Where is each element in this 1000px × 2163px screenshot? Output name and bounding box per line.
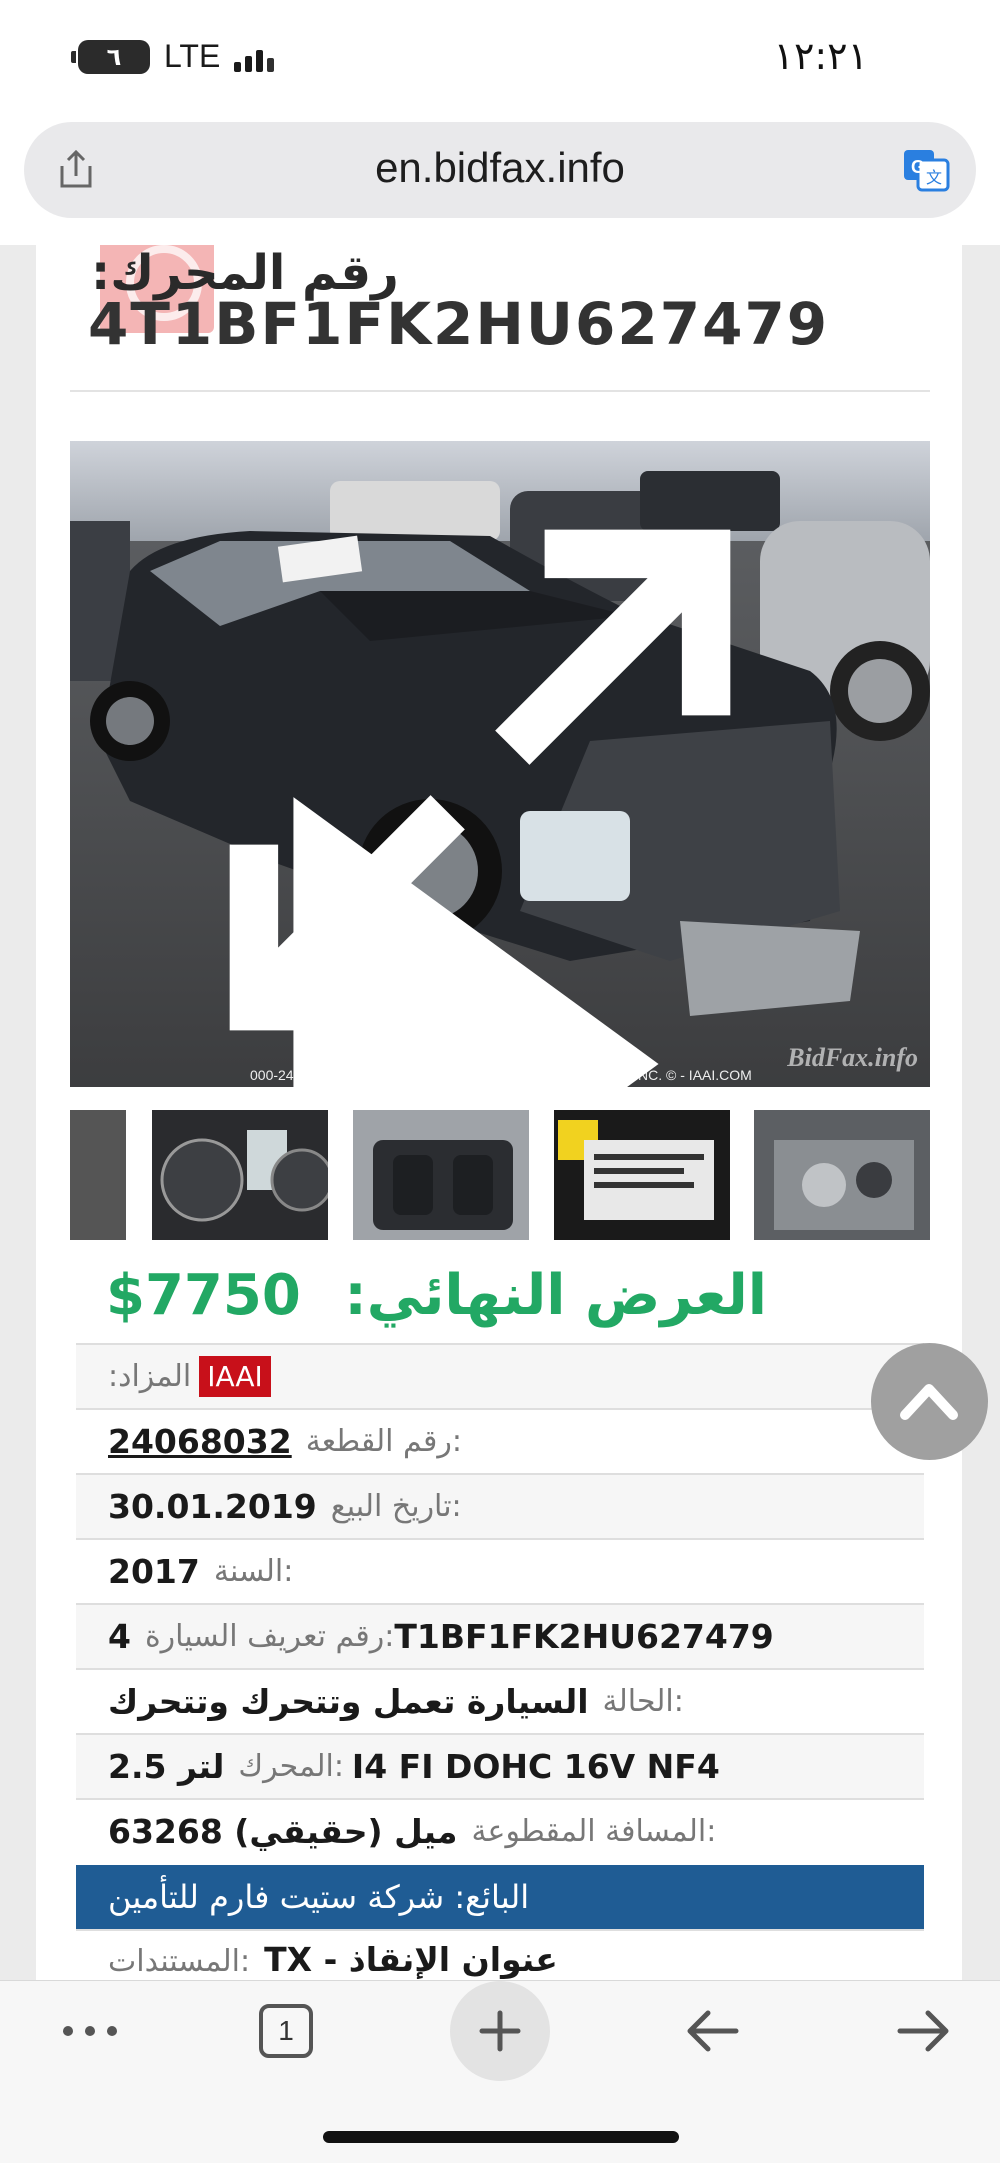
final-bid: العرض النهائي: 7750$ xyxy=(106,1263,866,1343)
row-condition: السيارة تعمل وتتحرك وتتحرك الحالة: xyxy=(76,1668,924,1733)
url-text[interactable]: en.bidfax.info xyxy=(24,144,976,192)
scroll-top-button[interactable] xyxy=(871,1343,988,1460)
seller-text: البائع: شركة ستيت فارم للتأمين xyxy=(108,1878,530,1916)
back-button[interactable] xyxy=(672,1981,752,2081)
thumbnail-2[interactable] xyxy=(152,1110,328,1240)
more-button[interactable] xyxy=(50,1981,130,2081)
forward-button[interactable] xyxy=(884,1981,964,2081)
sale-date-value: 30.01.2019 xyxy=(108,1487,317,1526)
row-engine: 2.5 لتر المحرك: I4 FI DOHC 16V NF4 xyxy=(76,1733,924,1798)
thumbnail-4[interactable] xyxy=(554,1110,730,1240)
row-sale-date: 30.01.2019 تاريخ البيع: xyxy=(76,1473,924,1538)
battery-icon: ٦ xyxy=(71,39,150,74)
engine-label: المحرك: xyxy=(238,1749,344,1784)
signal-icon xyxy=(234,42,275,72)
condition-label: الحالة: xyxy=(602,1684,684,1719)
vin-prefix: 4 xyxy=(108,1617,131,1656)
next-arrow-icon[interactable] xyxy=(70,741,906,1087)
year-value: 2017 xyxy=(108,1552,200,1591)
new-tab-button[interactable] xyxy=(450,1981,550,2081)
mileage-value: 63268 ميل (حقيقي) xyxy=(108,1812,458,1851)
row-vin: 4 رقم تعريف السيارة: T1BF1FK2HU627479 xyxy=(76,1603,924,1668)
forward-arrow-icon xyxy=(897,2010,949,2052)
auction-label: :المزاد xyxy=(108,1359,192,1394)
row-auction: :المزاد IAAI xyxy=(76,1343,924,1408)
network-type: LTE xyxy=(164,38,221,74)
row-seller: البائع: شركة ستيت فارم للتأمين xyxy=(76,1865,924,1929)
engine-vin: 4T1BF1FK2HU627479 xyxy=(88,290,830,358)
row-lot: 24068032 رقم القطعة: xyxy=(76,1408,924,1473)
vin-label: رقم تعريف السيارة: xyxy=(144,1619,395,1654)
svg-text:文: 文 xyxy=(926,168,942,187)
back-arrow-icon xyxy=(687,2010,739,2052)
address-bar[interactable]: en.bidfax.info G 文 xyxy=(24,122,976,218)
status-bar: ٦ LTE ١٢:٢١ xyxy=(0,0,1000,120)
engine-value: I4 FI DOHC 16V NF4 xyxy=(351,1747,720,1786)
scroll-top-icon xyxy=(900,1384,958,1420)
more-icon xyxy=(63,2026,117,2036)
lot-label: رقم القطعة: xyxy=(305,1424,462,1459)
plus-circle xyxy=(450,1981,550,2081)
thumbnail-5[interactable] xyxy=(754,1110,930,1240)
divider xyxy=(70,390,930,392)
main-car-photo[interactable]: 000-24068032 - 12/26/2018 INSURANCE AUTO… xyxy=(70,441,930,1087)
thumbnail-strip xyxy=(70,1110,930,1240)
bottom-toolbar: 1 xyxy=(0,1980,1000,2163)
svg-text:G: G xyxy=(911,157,925,177)
final-bid-value: 7750$ xyxy=(106,1263,301,1328)
sale-date-label: تاريخ البيع: xyxy=(330,1489,462,1524)
tabs-count: 1 xyxy=(259,2004,313,2058)
home-indicator xyxy=(323,2131,679,2143)
engine-size: 2.5 لتر xyxy=(108,1747,225,1786)
status-left: ٦ LTE xyxy=(71,38,275,75)
clock: ١٢:٢١ xyxy=(773,34,868,78)
row-documents: المستندات: TX - عنوان الإنقاذ xyxy=(76,1929,924,1979)
final-bid-label: العرض النهائي: xyxy=(344,1263,767,1328)
tabs-button[interactable]: 1 xyxy=(246,1981,326,2081)
auction-badge: IAAI xyxy=(199,1356,271,1397)
plus-icon xyxy=(479,2010,521,2052)
details-table: :المزاد IAAI 24068032 رقم القطعة: 30.01.… xyxy=(76,1343,924,1979)
mileage-label: المسافة المقطوعة: xyxy=(471,1814,717,1849)
thumbnail-1[interactable] xyxy=(70,1110,126,1240)
condition-value: السيارة تعمل وتتحرك وتتحرك xyxy=(108,1682,589,1721)
lot-value[interactable]: 24068032 xyxy=(108,1422,292,1461)
row-year: 2017 السنة: xyxy=(76,1538,924,1603)
documents-value: TX - عنوان الإنقاذ xyxy=(264,1940,558,1979)
year-label: السنة: xyxy=(213,1554,294,1589)
translate-icon[interactable]: G 文 xyxy=(902,146,950,194)
row-mileage: 63268 ميل (حقيقي) المسافة المقطوعة: xyxy=(76,1798,924,1863)
page-content: رقم المحرك: 4T1BF1FK2HU627479 INC. © - I… xyxy=(36,245,962,1980)
vin-value: T1BF1FK2HU627479 xyxy=(394,1617,774,1656)
documents-label: المستندات: xyxy=(108,1944,251,1979)
thumbnail-3[interactable] xyxy=(353,1110,529,1240)
